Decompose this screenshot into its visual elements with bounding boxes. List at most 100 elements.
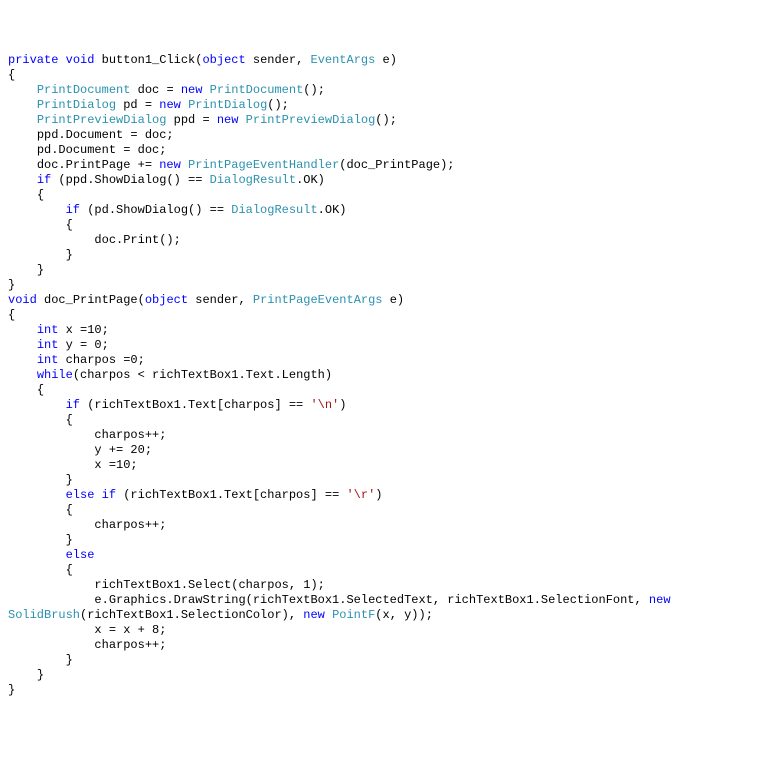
code-token: )	[375, 488, 382, 502]
code-line: charpos++;	[8, 518, 757, 533]
code-token: if	[102, 488, 116, 502]
code-token: new	[649, 593, 671, 607]
code-line: {	[8, 413, 757, 428]
code-line: doc.Print();	[8, 233, 757, 248]
code-line: }	[8, 473, 757, 488]
code-token: PrintPageEventHandler	[188, 158, 339, 172]
code-line: else	[8, 548, 757, 563]
code-line: y += 20;	[8, 443, 757, 458]
code-token	[202, 83, 209, 97]
code-token: (doc_PrintPage);	[339, 158, 454, 172]
code-token: ppd.Document = doc;	[37, 128, 174, 142]
code-token: PrintPageEventArgs	[253, 293, 383, 307]
code-token: }	[8, 278, 15, 292]
code-token: }	[37, 668, 44, 682]
code-line: {	[8, 68, 757, 83]
code-token: PointF	[332, 608, 375, 622]
code-line: PrintPreviewDialog ppd = new PrintPrevie…	[8, 113, 757, 128]
code-token: ppd =	[166, 113, 216, 127]
code-token: }	[66, 653, 73, 667]
code-token	[58, 53, 65, 67]
code-token: pd =	[116, 98, 159, 112]
code-token: new	[303, 608, 325, 622]
code-token: {	[37, 188, 44, 202]
code-token: PrintPreviewDialog	[246, 113, 376, 127]
code-token: int	[37, 338, 59, 352]
code-token: if	[66, 203, 80, 217]
code-token: .OK)	[318, 203, 347, 217]
code-token: else	[66, 548, 95, 562]
code-line: PrintDialog pd = new PrintDialog();	[8, 98, 757, 113]
code-line: {	[8, 563, 757, 578]
code-line: if (pd.ShowDialog() == DialogResult.OK)	[8, 203, 757, 218]
code-token: {	[66, 413, 73, 427]
code-line: e.Graphics.DrawString(richTextBox1.Selec…	[8, 593, 757, 608]
code-token: DialogResult	[210, 173, 296, 187]
code-block: private void button1_Click(object sender…	[8, 53, 757, 698]
code-token: {	[66, 218, 73, 232]
code-token: else	[66, 488, 95, 502]
code-line: PrintDocument doc = new PrintDocument();	[8, 83, 757, 98]
code-token: PrintDocument	[37, 83, 131, 97]
code-line: }	[8, 263, 757, 278]
code-token: }	[66, 533, 73, 547]
code-token: int	[37, 323, 59, 337]
code-token: while	[37, 368, 73, 382]
code-token: object	[145, 293, 188, 307]
code-token: (richTextBox1.Text[charpos] ==	[116, 488, 346, 502]
code-line: if (ppd.ShowDialog() == DialogResult.OK)	[8, 173, 757, 188]
code-token: pd.Document = doc;	[37, 143, 167, 157]
code-token: {	[66, 563, 73, 577]
code-line: {	[8, 188, 757, 203]
code-token: void	[66, 53, 95, 67]
code-token: SolidBrush	[8, 608, 80, 622]
code-line: }	[8, 683, 757, 698]
code-token	[671, 593, 678, 607]
code-token: }	[66, 473, 73, 487]
code-token: PrintDialog	[37, 98, 116, 112]
code-line: charpos++;	[8, 428, 757, 443]
code-token: charpos++;	[94, 518, 166, 532]
code-line: void doc_PrintPage(object sender, PrintP…	[8, 293, 757, 308]
code-token: x =10;	[58, 323, 108, 337]
code-token: y += 20;	[94, 443, 152, 457]
code-line: else if (richTextBox1.Text[charpos] == '…	[8, 488, 757, 503]
code-token: (ppd.ShowDialog() ==	[51, 173, 209, 187]
code-line: {	[8, 503, 757, 518]
code-token: e.Graphics.DrawString(richTextBox1.Selec…	[94, 593, 649, 607]
code-line: int charpos =0;	[8, 353, 757, 368]
code-token: {	[37, 383, 44, 397]
code-token: {	[8, 68, 15, 82]
code-token: )	[339, 398, 346, 412]
code-token: }	[66, 248, 73, 262]
code-token: void	[8, 293, 37, 307]
code-token: e)	[383, 293, 405, 307]
code-token: new	[159, 98, 181, 112]
code-line: {	[8, 218, 757, 233]
code-line: SolidBrush(richTextBox1.SelectionColor),…	[8, 608, 757, 623]
code-token: e)	[375, 53, 397, 67]
code-token: private	[8, 53, 58, 67]
code-token	[94, 488, 101, 502]
code-line: if (richTextBox1.Text[charpos] == '\n')	[8, 398, 757, 413]
code-token: {	[8, 308, 15, 322]
code-token: '\n'	[310, 398, 339, 412]
code-token: if	[37, 173, 51, 187]
code-line: ppd.Document = doc;	[8, 128, 757, 143]
code-token: doc_PrintPage(	[37, 293, 145, 307]
code-token	[181, 158, 188, 172]
code-line: pd.Document = doc;	[8, 143, 757, 158]
code-token: DialogResult	[231, 203, 317, 217]
code-line: }	[8, 533, 757, 548]
code-token: PrintDialog	[188, 98, 267, 112]
code-line: richTextBox1.Select(charpos, 1);	[8, 578, 757, 593]
code-token: PrintDocument	[210, 83, 304, 97]
code-token: (pd.ShowDialog() ==	[80, 203, 231, 217]
code-token: new	[217, 113, 239, 127]
code-token: new	[181, 83, 203, 97]
code-line: doc.PrintPage += new PrintPageEventHandl…	[8, 158, 757, 173]
code-line: }	[8, 248, 757, 263]
code-token: (x, y));	[375, 608, 433, 622]
code-token: y = 0;	[58, 338, 108, 352]
code-token: EventArgs	[311, 53, 376, 67]
